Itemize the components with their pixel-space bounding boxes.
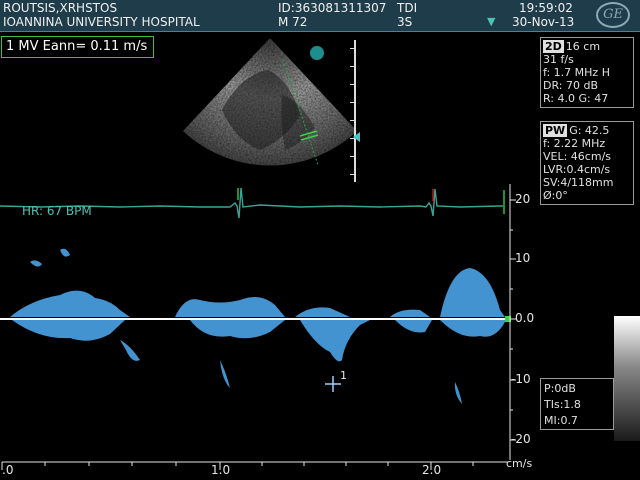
velocity-label-neg10: -10 <box>511 372 531 386</box>
velocity-label-0: 0.0 <box>515 311 535 325</box>
params-2d-panel: 2D 16 cm 31 f/s f: 1.7 MHz H DR: 70 dB R:… <box>540 37 634 108</box>
params-pw-tag: PW <box>543 124 568 137</box>
caliper-index: 1 <box>340 369 347 382</box>
param-angle: Ø:0° <box>543 189 568 202</box>
velocity-label-10: 10 <box>515 251 531 265</box>
tis-label: TIs:1.8 <box>544 398 581 411</box>
velocity-unit: cm/s <box>506 457 533 470</box>
param-lvr: LVR:0.4cm/s <box>543 163 611 176</box>
param-pw-gain: G: 42.5 <box>569 124 610 137</box>
heart-rate-label: HR: 67 BPM <box>22 204 92 218</box>
ultrasound-screen: { "header": { "patient_name": "ROUTSIS,X… <box>0 0 640 480</box>
time-label-1: 1.0 <box>211 463 231 477</box>
caliper-cursor-icon[interactable] <box>325 376 341 392</box>
depth-scale <box>350 40 356 182</box>
param-depth: 16 cm <box>565 40 601 53</box>
params-2d-tag: 2D <box>543 40 564 53</box>
param-velocity: VEL: 46cm/s <box>543 150 612 163</box>
param-pw-frequency: f: 2.22 MHz <box>543 137 606 150</box>
doppler-spectrum <box>10 248 505 404</box>
power-label: P:0dB <box>544 382 576 395</box>
velocity-label-20: 20 <box>515 192 531 206</box>
mi-label: MI:0.7 <box>544 414 578 427</box>
safety-indices-panel: P:0dB TIs:1.8 MI:0.7 <box>540 378 614 430</box>
params-pw-panel: PW G: 42.5 f: 2.22 MHz VEL: 46cm/s LVR:0.… <box>540 121 634 205</box>
param-sample-volume: SV:4/118mm <box>543 176 614 189</box>
sector-image-2d <box>183 38 357 166</box>
param-frequency-2d: f: 1.7 MHz H <box>543 66 610 79</box>
time-label-2: 2.0 <box>422 463 442 477</box>
time-label-0: .0 <box>2 463 14 477</box>
grayscale-bar <box>614 316 640 441</box>
param-frame-rate: 31 f/s <box>543 53 574 66</box>
param-r-gain: R: 4.0 G: 47 <box>543 92 609 105</box>
param-dynamic-range: DR: 70 dB <box>543 79 598 92</box>
velocity-label-neg20: -20 <box>511 432 531 446</box>
orientation-dot-icon <box>310 46 324 60</box>
